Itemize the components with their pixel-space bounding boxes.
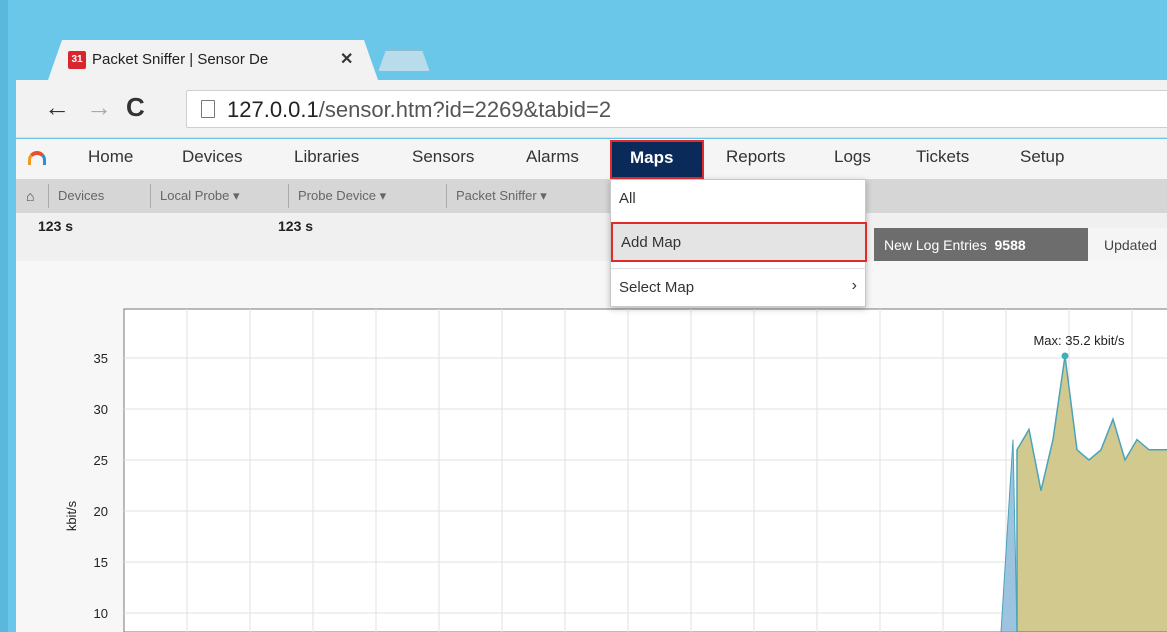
- menu-devices[interactable]: Devices: [182, 147, 242, 167]
- dropdown-item-add-map[interactable]: Add Map: [611, 222, 867, 262]
- divider: [48, 184, 49, 208]
- close-icon[interactable]: ✕: [340, 49, 353, 69]
- address-toolbar: ← → C 127.0.0.1/sensor.htm?id=2269&tabid…: [16, 80, 1167, 138]
- tab-strip: 31 Packet Sniffer | Sensor De ✕: [8, 0, 1167, 80]
- y-tick-label: 25: [94, 453, 108, 468]
- tab-packet-sniffer[interactable]: 31 Packet Sniffer | Sensor De ✕: [48, 40, 378, 80]
- menu-libraries[interactable]: Libraries: [294, 147, 359, 167]
- y-tick-label: 35: [94, 351, 108, 366]
- max-point: [1061, 352, 1069, 360]
- reload-icon[interactable]: C: [126, 92, 145, 122]
- menu-tickets[interactable]: Tickets: [916, 147, 969, 167]
- divider: [150, 184, 151, 208]
- menu-sensors[interactable]: Sensors: [412, 147, 474, 167]
- chart-area: 35 30 25 20 15 10 kbit/s Max: 35.2 kbit/s: [16, 261, 1167, 632]
- back-arrow-icon[interactable]: ←: [44, 92, 70, 122]
- prtg-logo-icon[interactable]: [28, 151, 46, 165]
- menu-logs[interactable]: Logs: [834, 147, 871, 167]
- menu-setup[interactable]: Setup: [1020, 147, 1064, 167]
- breadcrumb-probe-device[interactable]: Probe Device ▾: [298, 188, 386, 204]
- chevron-right-icon: ›: [851, 277, 857, 294]
- sensor-info-row: 123 s 123 s New Log Entries 9588 Updated: [16, 213, 1167, 262]
- tab-title: Packet Sniffer | Sensor De: [92, 51, 269, 68]
- menu-maps[interactable]: Maps: [610, 140, 704, 179]
- home-icon[interactable]: ⌂: [26, 188, 34, 204]
- value-1: 123 s: [38, 218, 74, 234]
- divider: [288, 184, 289, 208]
- y-tick-label: 20: [94, 504, 108, 519]
- page-icon: [201, 100, 215, 118]
- breadcrumb: ⌂ Devices Local Probe ▾ Probe Device ▾ P…: [16, 179, 1167, 213]
- divider: [446, 184, 447, 208]
- address-bar[interactable]: 127.0.0.1/sensor.htm?id=2269&tabid=2: [186, 90, 1167, 128]
- updated-label: Updated: [1088, 228, 1167, 262]
- maps-dropdown: All Add Map Select Map ›: [610, 179, 867, 308]
- breadcrumb-local-probe[interactable]: Local Probe ▾: [160, 188, 240, 204]
- browser-window: 31 Packet Sniffer | Sensor De ✕ ← → C 12…: [0, 0, 1167, 632]
- y-tick-label: 30: [94, 402, 108, 417]
- prtg-favicon-icon: 31: [68, 51, 86, 69]
- y-tick-labels: 35 30 25 20 15 10: [94, 351, 108, 621]
- menu-alarms[interactable]: Alarms: [526, 147, 579, 167]
- select-map-label: Select Map: [619, 279, 695, 296]
- y-tick-label: 10: [94, 606, 108, 621]
- y-axis-label: kbit/s: [64, 500, 79, 531]
- value-2: 123 s: [278, 218, 314, 234]
- menu-home[interactable]: Home: [88, 147, 133, 167]
- forward-arrow-icon[interactable]: →: [86, 92, 112, 122]
- max-annotation: Max: 35.2 kbit/s: [1033, 333, 1125, 348]
- dropdown-item-select-map[interactable]: Select Map ›: [611, 268, 867, 308]
- dropdown-item-all[interactable]: All: [611, 180, 867, 220]
- url-text: 127.0.0.1/sensor.htm?id=2269&tabid=2: [227, 97, 612, 122]
- traffic-chart: 35 30 25 20 15 10 kbit/s Max: 35.2 kbit/s: [64, 308, 1167, 632]
- breadcrumb-devices[interactable]: Devices: [58, 188, 104, 203]
- y-tick-label: 15: [94, 555, 108, 570]
- breadcrumb-packet-sniffer[interactable]: Packet Sniffer ▾: [456, 188, 547, 204]
- new-tab-button[interactable]: [378, 50, 430, 72]
- new-log-entries-badge[interactable]: New Log Entries 9588: [874, 228, 1088, 262]
- menu-reports[interactable]: Reports: [726, 147, 786, 167]
- main-menu: Home Devices Libraries Sensors Alarms Ma…: [16, 139, 1167, 179]
